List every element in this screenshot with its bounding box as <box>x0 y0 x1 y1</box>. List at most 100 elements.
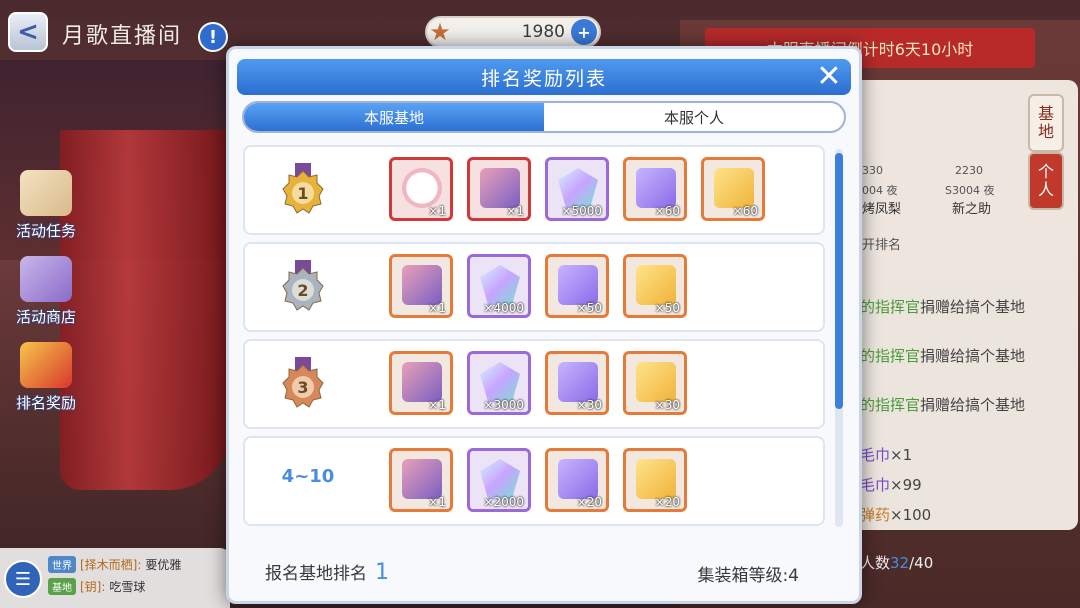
reward-item[interactable]: ×1 <box>389 351 453 415</box>
reward-quantity: ×2000 <box>483 495 524 509</box>
reward-item[interactable]: ×20 <box>623 448 687 512</box>
scrollbar-thumb[interactable] <box>835 153 843 409</box>
crystal-icon <box>480 362 520 402</box>
rank-name-2: 新之助 <box>952 202 992 217</box>
reward-row: 3 ×1 ×3000 ×30 ×30 <box>243 339 825 429</box>
tab-base-label: 基 地 <box>1037 104 1054 141</box>
reward-quantity: ×20 <box>576 495 602 509</box>
chevron-left-icon: < <box>17 17 39 47</box>
modal-footer: 报名基地排名 1 集装箱等级:4 <box>229 549 859 599</box>
reward-row: 4~10 ×1 ×2000 ×20 ×20 <box>243 436 825 526</box>
participant-count: 人数32/40 <box>860 554 934 572</box>
purple-ticket-icon <box>636 168 676 208</box>
gold-ticket-icon <box>636 265 676 305</box>
rank-name-1: 烤凤梨 <box>862 202 902 217</box>
rank-score-1: 330 <box>862 164 883 177</box>
info-icon: ! <box>208 26 218 48</box>
base-rank-value: 1 <box>375 560 389 585</box>
reward-quantity: ×60 <box>654 204 680 218</box>
reward-item[interactable]: ×4000 <box>467 254 531 318</box>
currency-value: 1980 <box>521 22 565 42</box>
rank-server-1: 004 夜 <box>862 184 898 197</box>
feed-line: 的指挥官捐赠给搞个基地 <box>860 347 1026 365</box>
reward-item[interactable]: ×3000 <box>467 351 531 415</box>
menu-label: 排名奖励 <box>15 394 76 412</box>
reward-item[interactable]: ×2000 <box>467 448 531 512</box>
modal-header: 排名奖励列表 ✕ <box>237 59 851 95</box>
info-button[interactable]: ! <box>198 22 228 52</box>
chat-channel-tag: 基地 <box>48 578 76 595</box>
reward-item[interactable]: ×30 <box>545 351 609 415</box>
add-currency-button[interactable]: + <box>571 19 597 45</box>
rank-range-label: 4~10 <box>281 466 335 487</box>
reward-row: 1 ×1 ×1 ×5000 ×60 ×60 <box>243 145 825 235</box>
reward-item[interactable]: ×1 <box>467 157 531 221</box>
tab-base[interactable]: 基 地 <box>1028 94 1064 152</box>
reward-quantity: ×1 <box>428 301 446 315</box>
tab-server-personal[interactable]: 本服个人 <box>544 103 844 131</box>
feed-line: 的指挥官捐赠给搞个基地 <box>860 396 1026 414</box>
shop-icon <box>20 256 72 302</box>
chat-line: 世界 [择木而栖]: 要优雅 <box>48 556 181 573</box>
gift-icon <box>20 342 72 388</box>
reward-item[interactable]: ×60 <box>623 157 687 221</box>
reward-tabs: 本服基地 本服个人 <box>242 101 846 133</box>
close-button[interactable]: ✕ <box>815 62 845 92</box>
menu-label: 活动商店 <box>15 308 76 326</box>
star-currency-icon: ★ <box>429 18 451 46</box>
reward-item[interactable]: ×60 <box>701 157 765 221</box>
reward-list-scrollbar[interactable] <box>835 149 843 527</box>
pack-icon <box>402 265 442 305</box>
reward-quantity: ×20 <box>654 495 680 509</box>
reward-quantity: ×30 <box>576 398 602 412</box>
reward-quantity: ×3000 <box>483 398 524 412</box>
menu-activity-shop[interactable]: 活动商店 <box>6 256 86 327</box>
reward-item[interactable]: ×1 <box>389 254 453 318</box>
rank-medal-icon: 1 <box>282 163 324 214</box>
reward-quantity: ×1 <box>428 398 446 412</box>
crystal-icon <box>480 459 520 499</box>
reward-item[interactable]: ×50 <box>545 254 609 318</box>
chat-sender: [择木而栖]: <box>80 558 142 572</box>
back-button[interactable]: < <box>8 12 48 52</box>
gold-ticket-icon <box>636 362 676 402</box>
rank-medal-icon: 2 <box>282 260 324 311</box>
chat-button[interactable]: ☰ <box>4 560 42 598</box>
chat-channel-tag: 世界 <box>48 556 76 573</box>
rank-score-2: 2230 <box>955 164 983 177</box>
reward-quantity: ×1 <box>428 204 446 218</box>
gold-ticket-icon <box>714 168 754 208</box>
menu-activity-tasks[interactable]: 活动任务 <box>6 170 86 241</box>
rank-number: 1 <box>297 184 308 203</box>
tab-server-base[interactable]: 本服基地 <box>244 103 544 131</box>
reward-quantity: ×1 <box>428 495 446 509</box>
reward-quantity: ×50 <box>576 301 602 315</box>
pack-icon <box>402 459 442 499</box>
reward-item[interactable]: ×30 <box>623 351 687 415</box>
open-ranking-label: 开排名 <box>862 238 902 253</box>
reward-item[interactable]: ×5000 <box>545 157 609 221</box>
feed-line: 毛巾×1 <box>860 446 913 464</box>
reward-quantity: ×4000 <box>483 301 524 315</box>
rank-number: 3 <box>297 378 308 397</box>
reward-item[interactable]: ×1 <box>389 157 453 221</box>
base-rank-info: 报名基地排名 1 <box>265 559 389 585</box>
container-level: 集装箱等级:4 <box>697 566 799 586</box>
chat-sender: [钥]: <box>80 580 106 594</box>
ranking-rewards-modal: 排名奖励列表 ✕ 本服基地 本服个人 1 ×1 ×1 ×5000 ×60 ×60 2 ×1 ×4… <box>226 46 862 604</box>
reward-item[interactable]: ×20 <box>545 448 609 512</box>
reward-quantity: ×30 <box>654 398 680 412</box>
chat-message: 要优雅 <box>145 558 182 572</box>
reward-row: 2 ×1 ×4000 ×50 ×50 <box>243 242 825 332</box>
menu-ranking-rewards[interactable]: 排名奖励 <box>6 342 86 413</box>
menu-label: 活动任务 <box>15 222 76 240</box>
reward-item[interactable]: ×1 <box>389 448 453 512</box>
reward-list[interactable]: 1 ×1 ×1 ×5000 ×60 ×60 2 ×1 ×4000 ×50 ×50 3 ×1 ×3000 ×3… <box>241 143 829 535</box>
rank-number: 2 <box>297 281 308 300</box>
reward-item[interactable]: ×50 <box>623 254 687 318</box>
pack-icon <box>480 168 520 208</box>
crystal-icon <box>480 265 520 305</box>
tab-personal[interactable]: 个 人 <box>1028 152 1064 210</box>
reward-quantity: ×60 <box>732 204 758 218</box>
feed-line: 弹药×100 <box>860 506 932 524</box>
